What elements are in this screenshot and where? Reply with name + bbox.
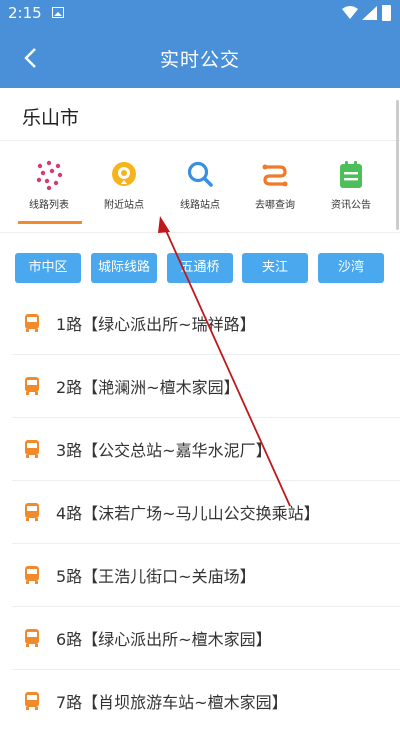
signal-icon [362,6,377,20]
route-name: 3路【公交总站~嘉华水泥厂】 [56,441,272,460]
status-time: 2:15 [8,4,42,22]
page-title: 实时公交 [159,49,240,71]
route-list-icon [34,160,64,191]
wifi-icon [342,6,358,19]
bus-icon [25,314,39,332]
route-name: 5路【王浩儿街口~关庙场】 [56,567,256,586]
chip-district[interactable]: 城际线路 [91,253,157,283]
nav-label: 去哪查询 [255,200,295,211]
location-pin-icon [109,160,139,190]
bus-icon [25,503,39,521]
route-path-icon [260,160,290,190]
chip-district[interactable]: 五通桥 [167,253,233,283]
route-row[interactable]: 7路【肖坝旅游车站~檀木家园】 [12,670,400,732]
feature-nav: 线路列表 附近站点 线路站点 去哪查询 资讯公告 [0,150,400,230]
divider [0,232,400,233]
chip-district[interactable]: 市中区 [15,253,81,283]
image-notification-icon [52,7,64,18]
search-icon [185,160,215,190]
chip-district[interactable]: 夹江 [242,253,308,283]
nav-item-where-to[interactable]: 去哪查询 [237,150,313,211]
nav-item-route-stops[interactable]: 线路站点 [162,150,238,211]
notice-board-icon [336,160,366,190]
route-name: 4路【沫若广场~马儿山公交换乘站】 [56,504,320,523]
nav-label: 线路列表 [29,200,69,211]
route-name: 7路【肖坝旅游车站~檀木家园】 [56,693,288,712]
route-row[interactable]: 1路【绿心派出所~瑞祥路】 [12,292,400,355]
route-name: 1路【绿心派出所~瑞祥路】 [56,315,256,334]
scrollbar-thumb[interactable] [396,100,399,230]
route-row[interactable]: 6路【绿心派出所~檀木家园】 [12,607,400,670]
nav-item-news-notice[interactable]: 资讯公告 [313,150,389,211]
divider [0,140,400,141]
bus-icon [25,692,39,710]
bus-icon [25,377,39,395]
nav-label: 资讯公告 [331,200,371,211]
nav-label: 附近站点 [104,200,144,211]
route-row[interactable]: 5路【王浩儿街口~关庙场】 [12,544,400,607]
district-chips: 市中区 城际线路 五通桥 夹江 沙湾 [0,253,400,283]
route-row[interactable]: 3路【公交总站~嘉华水泥厂】 [12,418,400,481]
nav-item-route-list[interactable]: 线路列表 [11,150,87,211]
chip-district[interactable]: 沙湾 [318,253,384,283]
active-tab-indicator [18,221,82,224]
bus-icon [25,629,39,647]
route-row[interactable]: 2路【滟澜洲~檀木家园】 [12,355,400,418]
bus-icon [25,566,39,584]
nav-label: 线路站点 [180,200,220,211]
route-row[interactable]: 4路【沫若广场~马儿山公交换乘站】 [12,481,400,544]
route-name: 2路【滟澜洲~檀木家园】 [56,378,240,397]
battery-icon [382,5,391,21]
bus-icon [25,440,39,458]
city-selector[interactable]: 乐山市 [22,103,79,130]
route-name: 6路【绿心派出所~檀木家园】 [56,630,272,649]
app-bar: 实时公交 [0,28,400,88]
nav-item-nearby-stops[interactable]: 附近站点 [86,150,162,211]
status-bar: 2:15 [0,0,400,28]
